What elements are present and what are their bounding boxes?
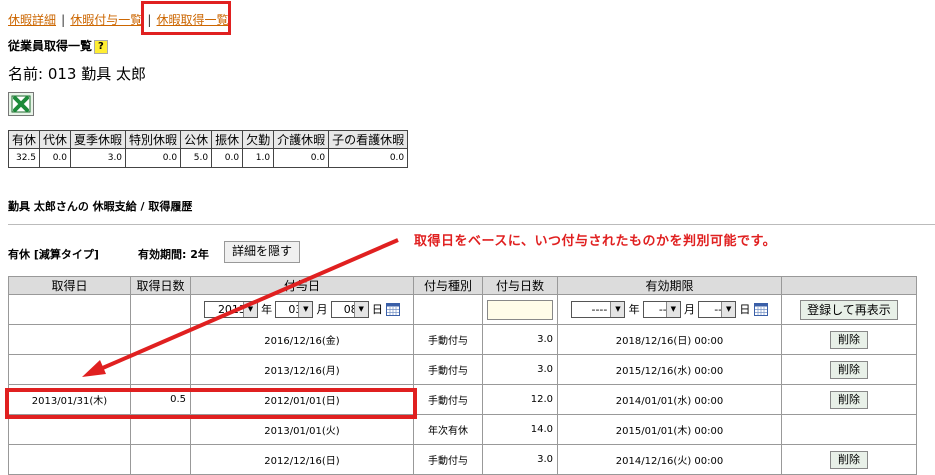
annotation-arrow-icon (82, 238, 399, 377)
